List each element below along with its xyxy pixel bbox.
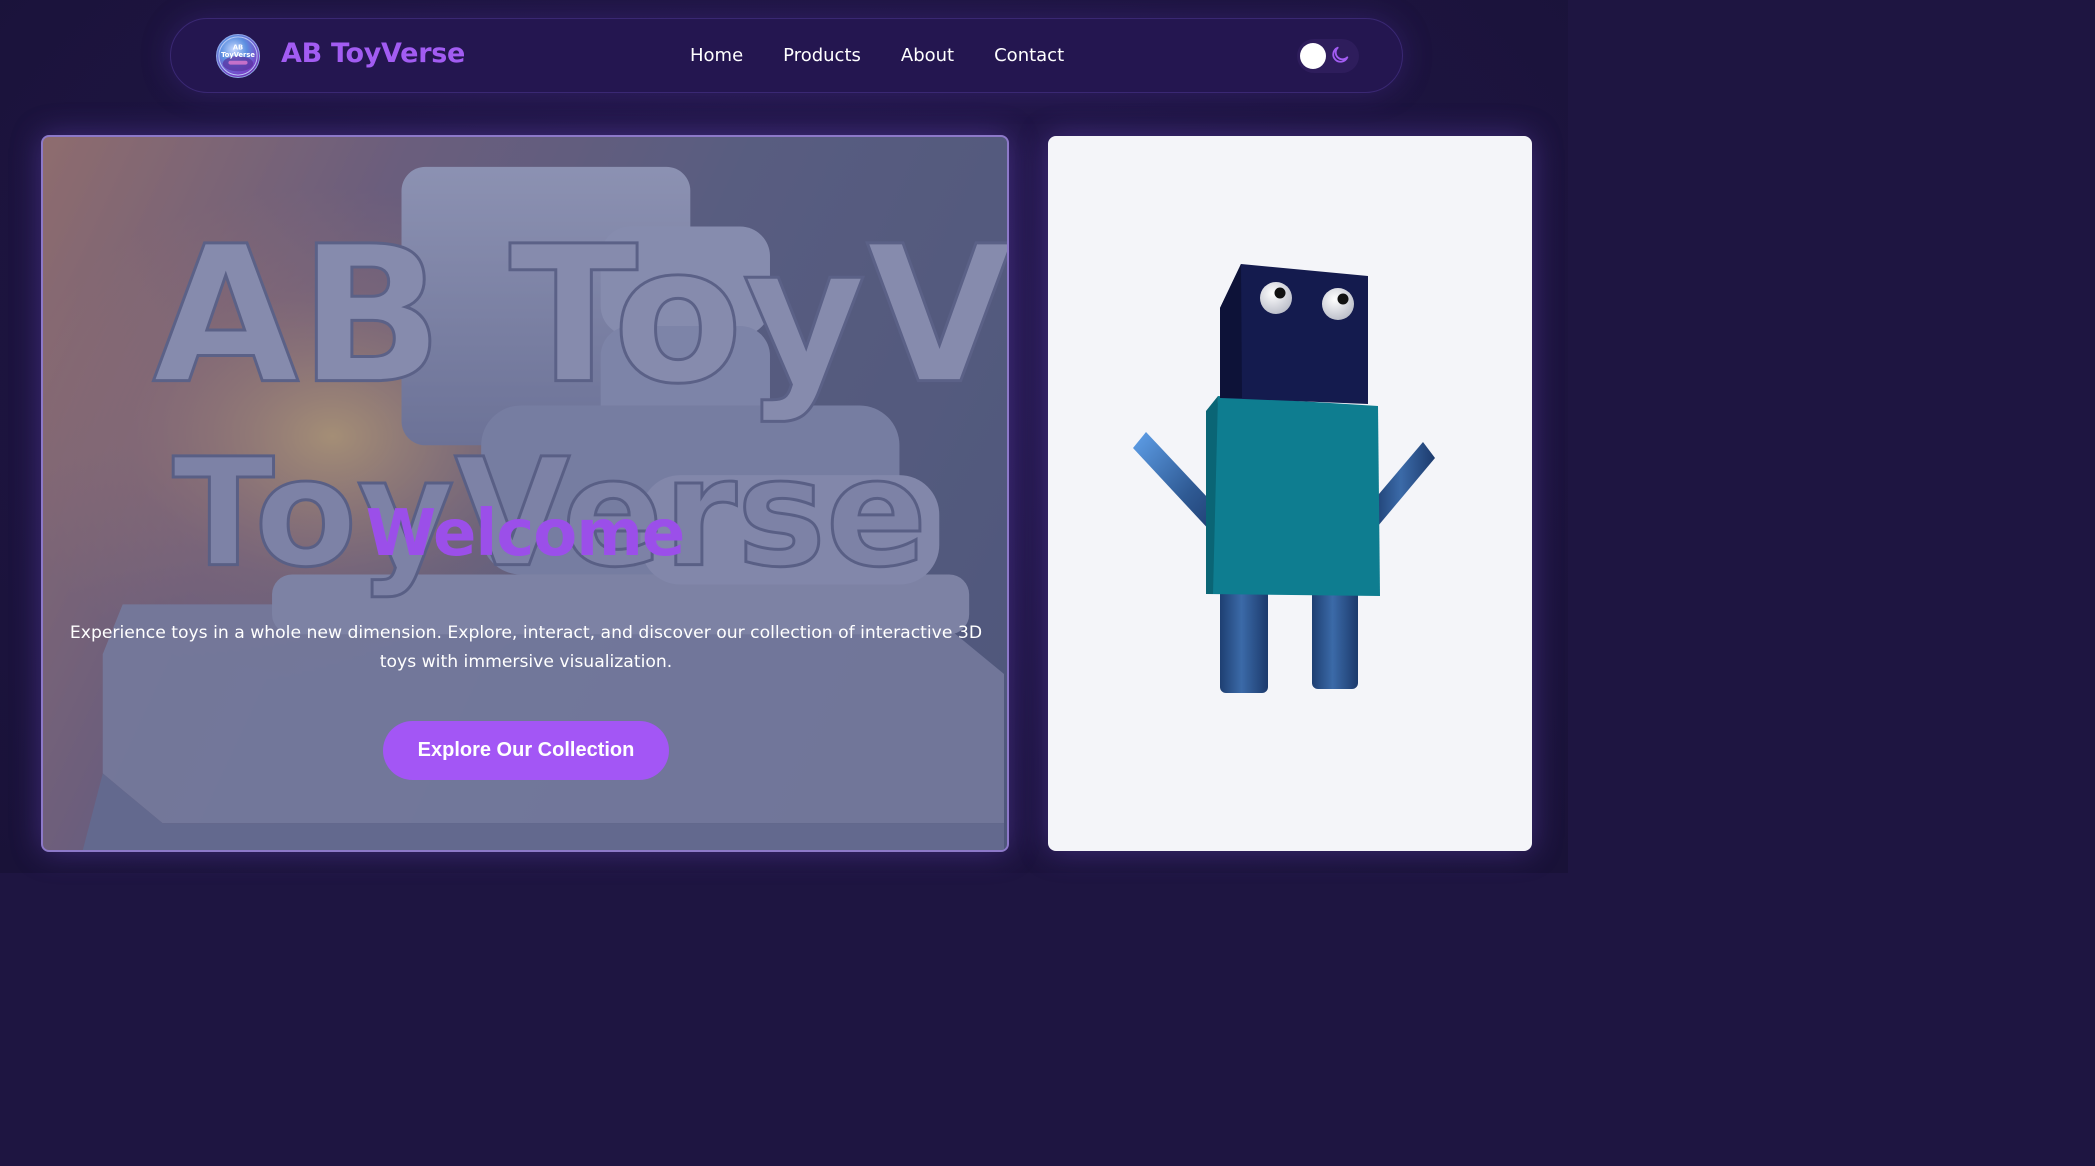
nav-link-about[interactable]: About xyxy=(901,44,954,68)
right-arm xyxy=(1373,442,1435,526)
brand-logo[interactable]: AB ToyVerse xyxy=(216,34,260,78)
moon-icon xyxy=(1332,46,1349,63)
robot-left-eye xyxy=(1260,282,1292,314)
theme-toggle[interactable] xyxy=(1297,39,1359,73)
hero-description: Experience toys in a whole new dimension… xyxy=(69,623,983,672)
robot-toy-model[interactable] xyxy=(1048,136,1532,851)
nav-links: Home Products About Contact xyxy=(690,44,1104,68)
right-leg xyxy=(1312,581,1358,689)
nav-link-home[interactable]: Home xyxy=(690,44,743,68)
left-leg xyxy=(1220,581,1268,693)
nav-link-contact[interactable]: Contact xyxy=(994,44,1064,68)
hero-title: Welcome xyxy=(365,497,686,571)
nav-link-products[interactable]: Products xyxy=(783,44,861,68)
robot-body xyxy=(1206,396,1380,596)
svg-text:ToyVerse: ToyVerse xyxy=(221,51,255,59)
navbar: AB ToyVerse AB ToyVerse Home Products Ab… xyxy=(170,18,1403,93)
brand-name[interactable]: AB ToyVerse xyxy=(281,38,465,69)
robot-right-eye xyxy=(1322,288,1354,320)
robot-head xyxy=(1220,264,1368,404)
toggle-knob xyxy=(1300,43,1326,69)
explore-collection-button[interactable]: Explore Our Collection xyxy=(383,721,669,780)
toy-3d-viewer[interactable] xyxy=(1048,136,1532,851)
hero-section: AB ToyVerse ToyVerse Welcome Experience … xyxy=(41,135,1009,852)
